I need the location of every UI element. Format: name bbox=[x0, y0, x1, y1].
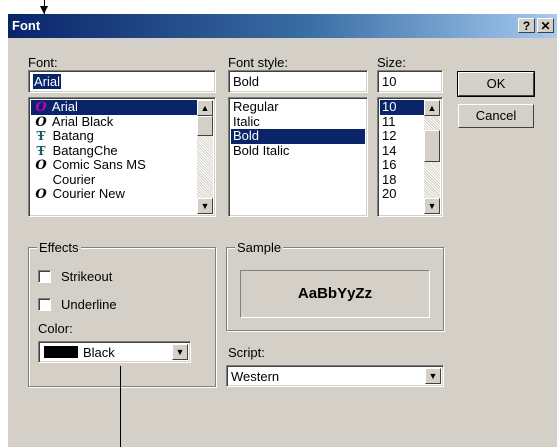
font-list-item[interactable]: Ŧ Batang bbox=[31, 129, 197, 144]
font-list-item-label: Comic Sans MS bbox=[49, 157, 146, 172]
size-list-scrollbar[interactable]: ▲ ▼ bbox=[424, 100, 440, 214]
font-name-value: Arial bbox=[33, 74, 62, 89]
size-item[interactable]: 20 bbox=[380, 187, 424, 202]
font-name-input[interactable]: Arial bbox=[28, 70, 216, 93]
underline-checkbox[interactable] bbox=[38, 298, 51, 311]
font-list[interactable]: O Arial O Arial Black Ŧ Batang Ŧ BatangChe O… bbox=[28, 97, 216, 217]
color-swatch bbox=[44, 346, 78, 358]
title-bar[interactable]: Font ? ✕ bbox=[8, 14, 557, 38]
sample-preview: AaBbYyZz bbox=[240, 270, 430, 318]
cancel-button[interactable]: Cancel bbox=[458, 104, 534, 128]
font-style-item[interactable]: Italic bbox=[231, 114, 365, 130]
pointer-arrowhead bbox=[40, 6, 48, 14]
strikeout-checkbox[interactable] bbox=[38, 270, 51, 283]
font-label: Font: bbox=[28, 55, 58, 70]
size-item[interactable]: 10 bbox=[380, 100, 424, 115]
scroll-thumb[interactable] bbox=[197, 116, 213, 136]
font-list-item[interactable]: O Courier New bbox=[31, 187, 197, 202]
size-label: Size: bbox=[377, 55, 406, 70]
scroll-up-button[interactable]: ▲ bbox=[197, 100, 213, 116]
chevron-down-icon[interactable]: ▼ bbox=[172, 344, 188, 360]
font-list-item[interactable]: Ŧ BatangChe bbox=[31, 142, 197, 159]
font-list-item[interactable]: O Arial bbox=[31, 100, 197, 115]
chevron-down-icon[interactable]: ▼ bbox=[425, 368, 441, 384]
sample-title: Sample bbox=[235, 240, 284, 255]
color-label: Color: bbox=[38, 321, 73, 336]
font-style-label: Font style: bbox=[228, 55, 288, 70]
scroll-down-button[interactable]: ▼ bbox=[424, 198, 440, 214]
scroll-thumb[interactable] bbox=[424, 130, 440, 162]
script-dropdown[interactable]: Western ▼ bbox=[226, 365, 444, 387]
font-list-item[interactable]: Courier bbox=[31, 171, 197, 188]
size-item[interactable]: 11 bbox=[380, 114, 424, 130]
underline-label[interactable]: Underline bbox=[61, 297, 117, 312]
opentype-icon: O bbox=[35, 114, 47, 130]
font-list-item-label: Arial Black bbox=[49, 113, 114, 129]
font-list-item[interactable]: O Comic Sans MS bbox=[31, 158, 197, 173]
font-style-item[interactable]: Bold bbox=[231, 129, 365, 144]
font-list-item-label: Arial bbox=[49, 99, 78, 114]
truetype-icon: Ŧ bbox=[36, 129, 46, 143]
font-list-item-label: BatangChe bbox=[49, 142, 118, 158]
font-style-item[interactable]: Bold Italic bbox=[231, 143, 365, 159]
effects-title: Effects bbox=[37, 240, 81, 255]
opentype-icon: O bbox=[35, 158, 47, 173]
sample-text: AaBbYyZz bbox=[297, 285, 373, 302]
close-button[interactable]: ✕ bbox=[537, 18, 554, 33]
size-item[interactable]: 16 bbox=[380, 158, 424, 173]
window-title: Font bbox=[12, 18, 41, 33]
size-item[interactable]: 12 bbox=[380, 129, 424, 144]
font-list-item[interactable]: O Arial Black bbox=[31, 113, 197, 130]
script-label: Script: bbox=[228, 345, 265, 360]
font-style-list[interactable]: Regular Italic Bold Bold Italic bbox=[228, 97, 368, 217]
help-button[interactable]: ? bbox=[518, 18, 535, 33]
color-dropdown[interactable]: Black ▼ bbox=[38, 341, 191, 363]
size-item[interactable]: 14 bbox=[380, 143, 424, 159]
font-list-item-label: Courier New bbox=[49, 186, 125, 201]
opentype-icon: O bbox=[35, 100, 47, 115]
script-value: Western bbox=[231, 369, 280, 384]
color-value: Black bbox=[83, 345, 115, 360]
size-item[interactable]: 18 bbox=[380, 172, 424, 188]
opentype-icon: O bbox=[35, 187, 47, 202]
effects-group: Effects bbox=[28, 240, 216, 387]
scroll-up-button[interactable]: ▲ bbox=[424, 100, 440, 116]
strikeout-label[interactable]: Strikeout bbox=[61, 269, 112, 284]
size-input[interactable]: 10 bbox=[377, 70, 443, 93]
font-style-item[interactable]: Regular bbox=[231, 100, 365, 115]
ok-button[interactable]: OK bbox=[457, 71, 535, 97]
font-style-value: Bold bbox=[233, 74, 260, 89]
scroll-down-button[interactable]: ▼ bbox=[197, 198, 213, 214]
size-value: 10 bbox=[382, 74, 397, 89]
font-list-scrollbar[interactable]: ▲ ▼ bbox=[197, 100, 213, 214]
font-list-item-label: Batang bbox=[49, 128, 94, 143]
truetype-icon: Ŧ bbox=[36, 143, 46, 158]
size-list[interactable]: 10 11 12 14 16 18 20 ▲ ▼ bbox=[377, 97, 443, 217]
font-list-item-label: Courier bbox=[49, 171, 96, 187]
font-style-input[interactable]: Bold bbox=[228, 70, 368, 93]
pointer-line-bottom bbox=[120, 366, 121, 447]
font-dialog: Font ? ✕ Font: Arial O Arial O Arial Blac… bbox=[8, 14, 557, 447]
